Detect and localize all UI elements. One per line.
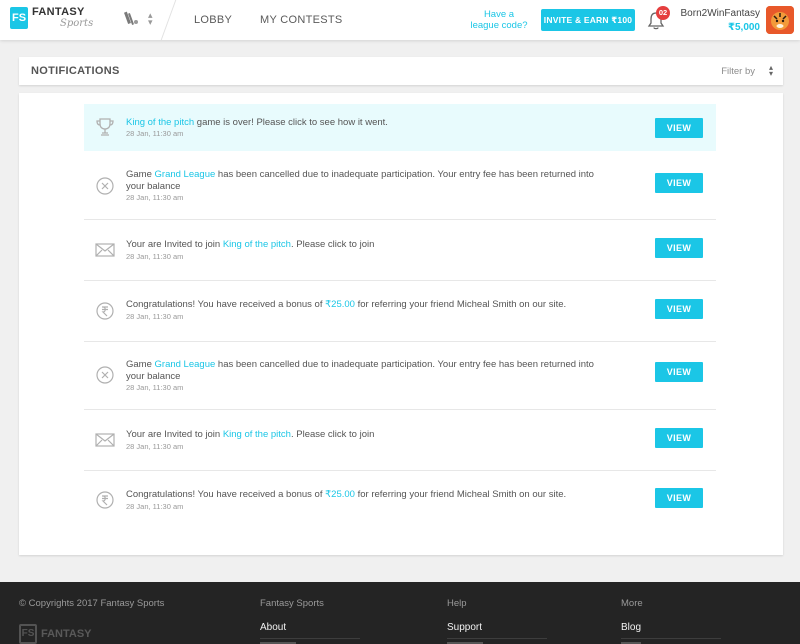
notification-row[interactable]: Congratulations! You have received a bon… (84, 281, 716, 342)
view-button[interactable]: VIEW (655, 428, 703, 448)
rupee-icon (96, 491, 114, 509)
wallet-balance: ₹5,000 (728, 22, 760, 33)
notification-count-badge: 02 (656, 6, 670, 20)
sport-selector[interactable]: ▴ ▾ (124, 11, 153, 27)
footer: © Copyrights 2017 Fantasy Sports FS FANT… (0, 582, 800, 644)
view-button[interactable]: VIEW (655, 488, 703, 508)
notification-timestamp: 28 Jan, 11:30 am (126, 129, 184, 138)
view-button[interactable]: VIEW (655, 118, 703, 138)
footer-divider (621, 638, 721, 639)
notification-message: Congratulations! You have received a bon… (126, 489, 567, 500)
notification-timestamp: 28 Jan, 11:30 am (126, 312, 184, 321)
notification-link[interactable]: ₹25.00 (325, 489, 355, 500)
footer-column-title: Fantasy Sports (260, 598, 324, 609)
footer-logo-text: FANTASY (41, 628, 92, 640)
envelope-icon (95, 433, 115, 447)
notification-row[interactable]: Your are Invited to join King of the pit… (84, 410, 716, 471)
footer-column-title: Help (447, 598, 467, 609)
cancel-icon (96, 177, 114, 195)
notification-timestamp: 28 Jan, 11:30 am (126, 383, 184, 392)
notification-timestamp: 28 Jan, 11:30 am (126, 252, 184, 261)
notification-row[interactable]: King of the pitch game is over! Please c… (84, 104, 716, 151)
chevron-updown-icon: ▴ ▾ (768, 63, 773, 78)
notification-link[interactable]: King of the pitch (223, 429, 291, 440)
footer-link-support[interactable]: Support (447, 622, 482, 633)
logo-text-fantasy: FANTASY (32, 6, 85, 18)
notification-message: Congratulations! You have received a bon… (126, 299, 567, 310)
envelope-icon (95, 243, 115, 257)
cancel-icon (96, 366, 114, 384)
footer-link-blog[interactable]: Blog (621, 622, 641, 633)
notification-message: Game Grand League has been cancelled due… (126, 359, 594, 382)
view-button[interactable]: VIEW (655, 173, 703, 193)
footer-logo: FS FANTASY (19, 624, 92, 644)
notification-timestamp: 28 Jan, 11:30 am (126, 193, 184, 202)
invite-earn-button[interactable]: INVITE & EARN ₹100 (541, 9, 635, 31)
notification-message: Your are Invited to join King of the pit… (126, 429, 375, 440)
footer-column-title: More (621, 598, 643, 609)
nav-divider (160, 0, 177, 40)
notification-link[interactable]: King of the pitch (126, 117, 194, 128)
footer-divider (260, 638, 360, 639)
notification-message: Your are Invited to join King of the pit… (126, 239, 375, 250)
notification-row[interactable]: Game Grand League has been cancelled due… (84, 342, 716, 410)
logo-text-sports: Sports (60, 18, 94, 29)
avatar[interactable] (766, 6, 794, 34)
filter-dropdown[interactable]: Filter by ▴ ▾ (721, 63, 773, 78)
tiger-avatar-icon (766, 6, 794, 34)
top-navbar: FS FANTASY Sports ▴ ▾ LOBBY MY CONTESTS H… (0, 0, 800, 40)
notification-link[interactable]: Grand League (155, 169, 216, 180)
notification-link[interactable]: King of the pitch (223, 239, 291, 250)
notification-row[interactable]: Congratulations! You have received a bon… (84, 471, 716, 532)
logo-mark: FS (19, 624, 37, 644)
fantasy-sports-logo[interactable]: FS FANTASY Sports (10, 7, 93, 29)
notification-row[interactable]: Game Grand League has been cancelled due… (84, 151, 716, 220)
notification-timestamp: 28 Jan, 11:30 am (126, 502, 184, 511)
notification-row[interactable]: Your are Invited to join King of the pit… (84, 220, 716, 281)
nav-my-contests-link[interactable]: MY CONTESTS (260, 14, 343, 26)
notifications-header: NOTIFICATIONS Filter by ▴ ▾ (19, 57, 783, 85)
notification-link[interactable]: ₹25.00 (325, 299, 355, 310)
notifications-panel: King of the pitch game is over! Please c… (19, 93, 783, 555)
logo-mark: FS (10, 7, 28, 29)
username[interactable]: Born2WinFantasy (676, 8, 760, 19)
notification-message: Game Grand League has been cancelled due… (126, 169, 594, 192)
nav-lobby-link[interactable]: LOBBY (194, 14, 232, 26)
cricket-icon (124, 11, 138, 25)
page-title: NOTIFICATIONS (31, 65, 120, 77)
view-button[interactable]: VIEW (655, 299, 703, 319)
footer-link-about[interactable]: About (260, 622, 286, 633)
copyright-text: © Copyrights 2017 Fantasy Sports (19, 598, 165, 609)
view-button[interactable]: VIEW (655, 238, 703, 258)
chevron-updown-icon: ▴ ▾ (148, 10, 153, 27)
trophy-icon (96, 118, 114, 136)
notification-message: King of the pitch game is over! Please c… (126, 117, 388, 128)
rupee-icon (96, 302, 114, 320)
footer-divider (447, 638, 547, 639)
view-button[interactable]: VIEW (655, 362, 703, 382)
league-code-link[interactable]: Have a league code? (467, 9, 531, 31)
notification-link[interactable]: Grand League (155, 359, 216, 370)
notification-timestamp: 28 Jan, 11:30 am (126, 442, 184, 451)
